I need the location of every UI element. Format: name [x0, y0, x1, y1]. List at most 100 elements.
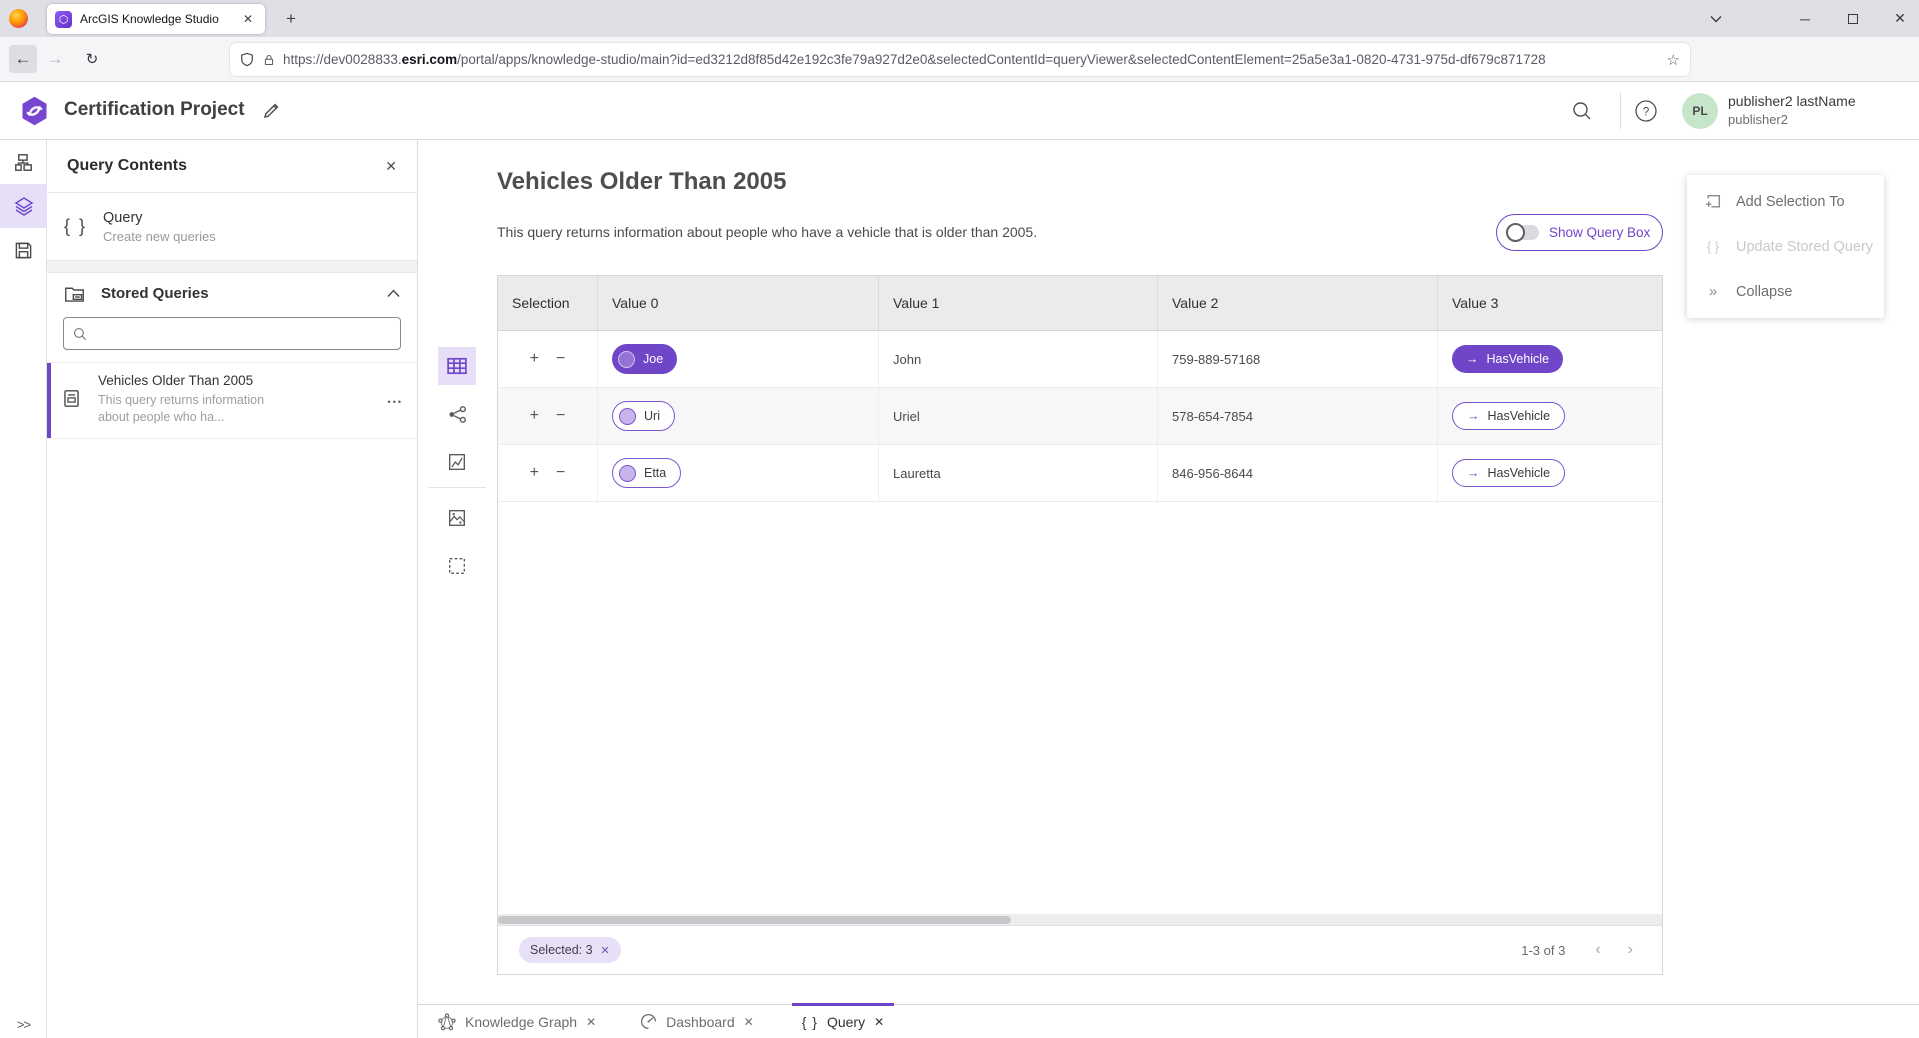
cell-value2[interactable]: 759-889-57168	[1158, 331, 1438, 387]
horizontal-scrollbar[interactable]	[498, 914, 1662, 925]
bottom-tab-bar: Knowledge Graph ✕ Dashboard ✕ { } Query …	[418, 1004, 1919, 1038]
link-chart-icon[interactable]	[438, 395, 476, 433]
remove-from-selection-icon[interactable]: −	[556, 407, 565, 425]
braces-icon: { }	[1704, 239, 1722, 254]
active-tab-indicator	[792, 1003, 894, 1006]
left-rail: >>	[0, 140, 47, 1038]
page-title: Vehicles Older Than 2005	[497, 168, 786, 196]
help-icon[interactable]: ?	[1628, 93, 1664, 129]
back-button[interactable]: ←	[9, 45, 37, 73]
entity-dot-icon	[619, 465, 636, 482]
search-icon[interactable]	[1564, 93, 1600, 129]
column-header-selection[interactable]: Selection	[498, 276, 598, 330]
cell-value1[interactable]: Lauretta	[879, 445, 1158, 501]
chart-view-icon[interactable]	[438, 443, 476, 481]
stored-query-item[interactable]: Vehicles Older Than 2005 This query retu…	[47, 362, 417, 439]
add-selection-icon	[1704, 193, 1722, 210]
entity-pill[interactable]: Uri	[612, 401, 675, 431]
table-header-row: Selection Value 0 Value 1 Value 2 Value …	[498, 276, 1662, 331]
new-tab-button[interactable]: +	[278, 6, 304, 32]
entity-pill[interactable]: Etta	[612, 458, 681, 488]
show-query-box-toggle[interactable]: Show Query Box	[1496, 214, 1663, 251]
entity-pill[interactable]: Joe	[612, 344, 677, 374]
relationship-pill[interactable]: →HasVehicle	[1452, 402, 1565, 430]
panel-close-icon[interactable]: ✕	[385, 158, 397, 175]
dashboard-gauge-icon	[640, 1013, 657, 1030]
remove-from-selection-icon[interactable]: −	[556, 350, 565, 368]
expand-rail-icon[interactable]: >>	[0, 1017, 47, 1032]
selection-tool-icon[interactable]	[438, 547, 476, 585]
query-create-item[interactable]: { } Query Create new queries	[47, 193, 417, 261]
firefox-icon[interactable]	[9, 9, 28, 28]
tab-list-chevron-icon[interactable]	[1702, 0, 1730, 37]
table-row[interactable]: + − Uri Uriel 578-654-7854 →HasVehicle	[498, 388, 1662, 445]
table-row[interactable]: + − Etta Lauretta 846-956-8644 →HasVehic…	[498, 445, 1662, 502]
project-title: Certification Project	[64, 99, 245, 121]
project-hierarchy-icon[interactable]	[0, 140, 47, 184]
column-header-value0[interactable]: Value 0	[598, 276, 879, 330]
url-text[interactable]: https://dev0028833.esri.com/portal/apps/…	[283, 52, 1659, 67]
save-icon[interactable]	[0, 228, 47, 272]
reload-button[interactable]: ↻	[78, 45, 106, 73]
column-header-value3[interactable]: Value 3	[1438, 276, 1662, 330]
knowledge-graph-icon	[438, 1013, 456, 1031]
stored-query-doc-icon	[62, 389, 81, 408]
map-view-icon[interactable]	[438, 499, 476, 537]
tab-close-icon[interactable]: ✕	[586, 1015, 596, 1029]
stored-query-description: This query returns information about peo…	[98, 392, 278, 426]
column-header-value2[interactable]: Value 2	[1158, 276, 1438, 330]
add-to-selection-icon[interactable]: +	[530, 350, 539, 368]
window-close-button[interactable]: ✕	[1885, 0, 1915, 37]
window-maximize-button[interactable]	[1838, 0, 1868, 37]
column-header-value1[interactable]: Value 1	[879, 276, 1158, 330]
cell-value1[interactable]: John	[879, 331, 1158, 387]
search-small-icon	[73, 327, 87, 341]
braces-icon: { }	[802, 1014, 818, 1030]
tab-dashboard[interactable]: Dashboard ✕	[626, 1005, 768, 1038]
scrollbar-thumb[interactable]	[498, 916, 1011, 924]
stored-queries-search-input[interactable]	[63, 317, 401, 350]
next-page-icon[interactable]: ›	[1628, 941, 1633, 959]
url-bar[interactable]: https://dev0028833.esri.com/portal/apps/…	[230, 43, 1690, 76]
browser-window: ⬡ ArcGIS Knowledge Studio ✕ + ─ ✕ ← → ↻ …	[0, 0, 1919, 1038]
menu-item-collapse[interactable]: » Collapse	[1687, 269, 1884, 314]
table-row[interactable]: + − Joe John 759-889-57168 →HasVehicle	[498, 331, 1662, 388]
lock-icon[interactable]	[263, 53, 275, 67]
tab-close-icon[interactable]: ✕	[744, 1015, 754, 1029]
tab-close-icon[interactable]: ✕	[874, 1015, 884, 1029]
edit-title-icon[interactable]	[262, 101, 284, 123]
selected-count-chip[interactable]: Selected: 3 ✕	[519, 937, 621, 963]
relationship-pill[interactable]: →HasVehicle	[1452, 345, 1563, 373]
arcgis-favicon-icon: ⬡	[55, 11, 72, 28]
arrow-right-icon: →	[1467, 466, 1480, 480]
user-username: publisher2	[1728, 111, 1856, 129]
tab-knowledge-graph[interactable]: Knowledge Graph ✕	[424, 1005, 610, 1038]
bookmark-star-icon[interactable]: ☆	[1667, 51, 1680, 69]
table-view-icon[interactable]	[438, 347, 476, 385]
clear-selection-icon[interactable]: ✕	[601, 944, 610, 957]
shield-icon[interactable]	[240, 52, 254, 67]
stored-queries-header[interactable]: Stored Queries	[47, 273, 417, 313]
item-options-icon[interactable]: •••	[388, 397, 403, 426]
cell-value1[interactable]: Uriel	[879, 388, 1158, 444]
chevron-up-icon[interactable]	[387, 289, 400, 298]
layers-icon[interactable]	[0, 184, 47, 228]
remove-from-selection-icon[interactable]: −	[556, 464, 565, 482]
table-options-menu: Add Selection To { } Update Stored Query…	[1687, 175, 1884, 318]
tab-close-icon[interactable]: ✕	[239, 10, 257, 28]
page-description: This query returns information about peo…	[497, 224, 1037, 240]
add-to-selection-icon[interactable]: +	[530, 464, 539, 482]
relationship-pill[interactable]: →HasVehicle	[1452, 459, 1565, 487]
cell-value2[interactable]: 846-956-8644	[1158, 445, 1438, 501]
menu-item-update-stored-query[interactable]: { } Update Stored Query	[1687, 224, 1884, 269]
window-minimize-button[interactable]: ─	[1790, 0, 1820, 37]
user-info[interactable]: publisher2 lastName publisher2	[1728, 92, 1856, 128]
avatar[interactable]: PL	[1682, 93, 1718, 129]
menu-item-add-selection-to[interactable]: Add Selection To	[1687, 179, 1884, 224]
tab-query[interactable]: { } Query ✕	[788, 1005, 898, 1038]
add-to-selection-icon[interactable]: +	[530, 407, 539, 425]
cell-value2[interactable]: 578-654-7854	[1158, 388, 1438, 444]
forward-button[interactable]: →	[41, 45, 69, 73]
previous-page-icon[interactable]: ‹	[1595, 941, 1600, 959]
browser-tab[interactable]: ⬡ ArcGIS Knowledge Studio ✕	[47, 4, 265, 34]
